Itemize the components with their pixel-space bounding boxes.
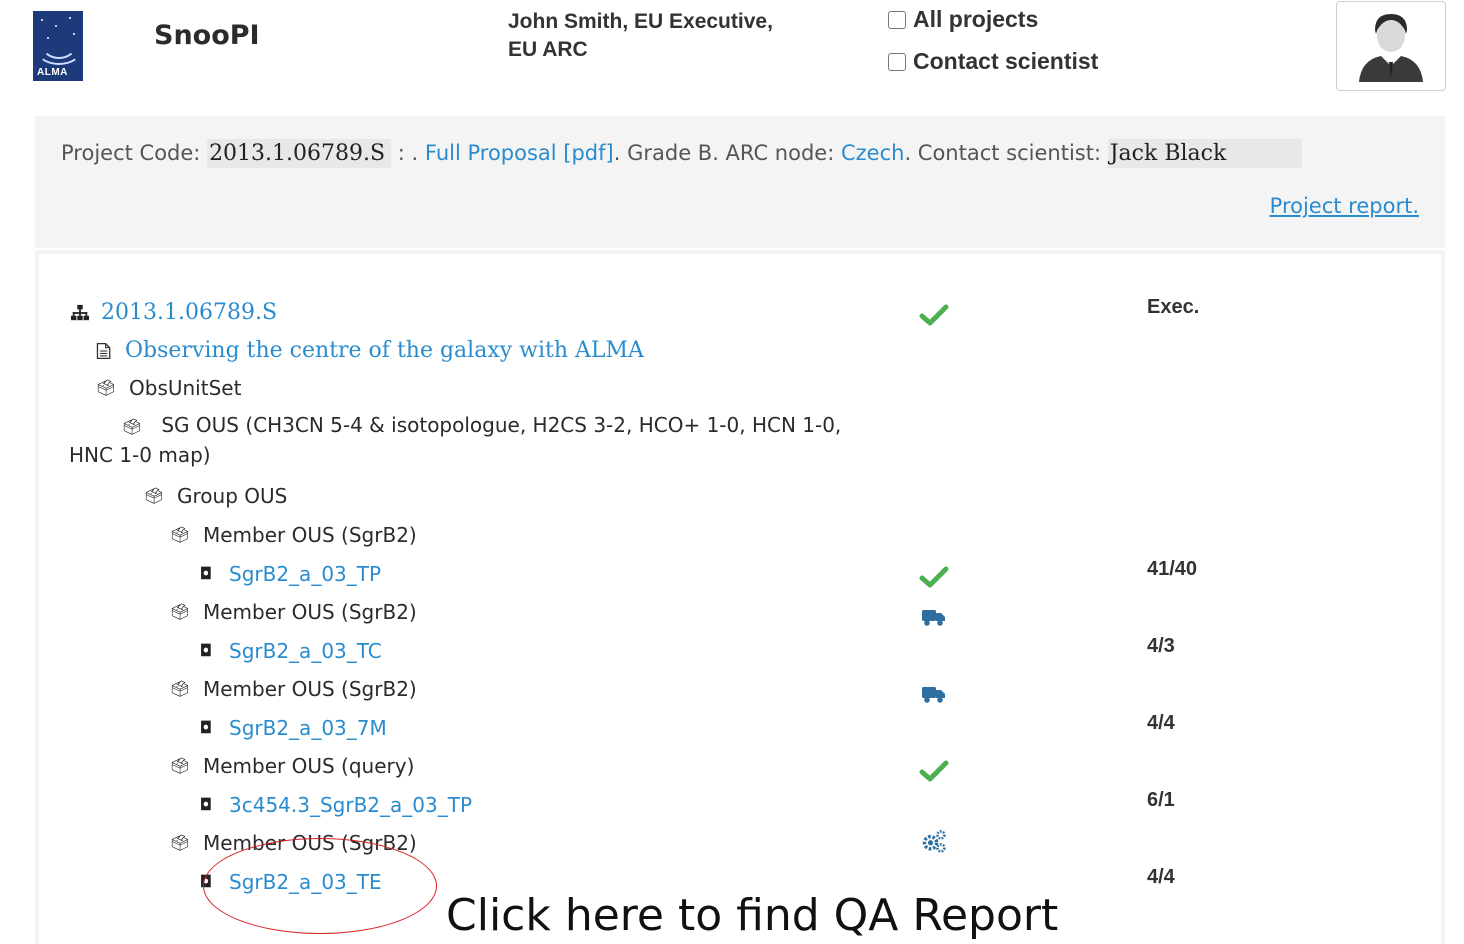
member-ous-node[interactable]: 🗳 Member OUS (SgrB2) <box>169 677 417 701</box>
cubes-icon: 🗳 <box>169 525 191 544</box>
scheduling-block-link[interactable]: ◘ SgrB2_a_03_TC <box>195 639 382 663</box>
cubes-icon: 🗳 <box>169 602 191 621</box>
contact-scientist-name: Jack Black <box>1107 139 1303 168</box>
cubes-icon: 🗳 <box>169 679 191 698</box>
cubes-icon: 🗳 <box>169 833 191 852</box>
scheduling-block-label[interactable]: SgrB2_a_03_TC <box>229 639 382 663</box>
member-ous-label: Member OUS (query) <box>203 754 415 778</box>
app-title: SnooPI <box>154 20 260 51</box>
scheduling-block-link[interactable]: ◘ 3c454.3_SgrB2_a_03_TP <box>195 793 472 817</box>
cubes-icon: 🗳 <box>143 486 165 505</box>
member-ous-node[interactable]: 🗳 Member OUS (query) <box>169 754 415 778</box>
cubes-icon: 🗳 <box>169 756 191 775</box>
execution-count: 41/40 <box>1147 558 1198 580</box>
separator: : . <box>391 141 419 165</box>
all-projects-checkbox-box[interactable] <box>888 10 906 29</box>
project-info-line: Project Code: 2013.1.06789.S : . Full Pr… <box>61 139 1303 168</box>
scheduling-block-label[interactable]: SgrB2_a_03_7M <box>229 716 387 740</box>
member-ous-node[interactable]: 🗳 Member OUS (SgrB2) <box>169 523 417 547</box>
contact-scientist-checkbox-box[interactable] <box>888 52 906 71</box>
user-avatar-icon <box>1359 14 1423 82</box>
proposal-title-label[interactable]: Observing the centre of the galaxy with … <box>125 338 644 363</box>
truck-icon <box>922 610 945 626</box>
proposal-title-link[interactable]: Observing the centre of the galaxy with … <box>95 338 644 363</box>
member-ous-label: Member OUS (SgrB2) <box>203 523 417 547</box>
document-icon <box>96 342 111 359</box>
contact-scientist-text: . Contact scientist: <box>904 141 1102 165</box>
cube-icon: ◘ <box>199 795 213 814</box>
group-ous-node[interactable]: 🗳 Group OUS <box>143 484 287 508</box>
project-code-value: 2013.1.06789.S <box>207 139 392 168</box>
member-ous-label: Member OUS (SgrB2) <box>203 677 417 701</box>
full-proposal-link[interactable]: Full Proposal [pdf] <box>425 141 614 165</box>
truck-icon <box>922 687 945 703</box>
contact-scientist-label: Contact scientist <box>913 48 1099 74</box>
user-info: John Smith, EU Executive, EU ARC <box>508 8 838 64</box>
highlight-ellipse <box>203 838 437 934</box>
user-name-role: John Smith, EU Executive, <box>508 10 773 33</box>
member-ous-node[interactable]: 🗳 Member OUS (SgrB2) <box>169 600 417 624</box>
scheduling-block-link[interactable]: ◘ SgrB2_a_03_7M <box>195 716 387 740</box>
user-arc: EU ARC <box>508 38 588 61</box>
logo-text: ALMA <box>37 67 68 78</box>
top-header: ALMA SnooPI John Smith, EU Executive, EU… <box>0 0 1464 96</box>
execution-count: 6/1 <box>1147 789 1175 811</box>
qa-report-callout: Click here to find QA Report <box>446 890 1059 941</box>
grade-text: . Grade B. ARC node: <box>613 141 835 165</box>
scheduling-block-label[interactable]: SgrB2_a_03_TP <box>229 562 381 586</box>
cube-icon: ◘ <box>199 564 213 583</box>
cubes-icon: 🗳 <box>95 378 117 397</box>
all-projects-checkbox[interactable]: All projects <box>888 6 1038 33</box>
tree-root[interactable]: 2013.1.06789.S <box>69 300 277 325</box>
group-ous-label: Group OUS <box>177 484 288 508</box>
cube-icon: ◘ <box>199 641 213 660</box>
execution-count: 4/4 <box>1147 866 1175 888</box>
project-info-panel: Project Code: 2013.1.06789.S : . Full Pr… <box>35 116 1445 248</box>
project-report-link[interactable]: Project report. <box>1270 194 1419 218</box>
check-icon <box>919 760 949 782</box>
project-code-label: Project Code: <box>61 141 201 165</box>
obs-unit-set-node[interactable]: 🗳 ObsUnitSet <box>95 376 242 400</box>
tree-root-label[interactable]: 2013.1.06789.S <box>101 300 277 325</box>
sitemap-icon <box>71 304 89 320</box>
execution-count: 4/4 <box>1147 712 1175 734</box>
arc-node-link[interactable]: Czech <box>841 141 904 165</box>
project-tree-panel: 2013.1.06789.S Exec. Observing the centr… <box>35 250 1445 944</box>
sg-ous-node[interactable]: 🗳 SG OUS (CH3CN 5-4 & isotopologue, H2CS… <box>69 410 879 470</box>
all-projects-label: All projects <box>913 6 1039 32</box>
root-status-text: Exec. <box>1147 296 1200 318</box>
cubes-icon: 🗳 <box>121 417 143 436</box>
user-avatar[interactable] <box>1336 1 1446 91</box>
cube-icon: ◘ <box>199 718 213 737</box>
obs-unit-set-label: ObsUnitSet <box>129 376 242 400</box>
gears-icon <box>922 830 946 853</box>
sg-ous-label: SG OUS (CH3CN 5-4 & isotopologue, H2CS 3… <box>69 413 842 467</box>
contact-scientist-checkbox[interactable]: Contact scientist <box>888 48 1098 75</box>
scheduling-block-label[interactable]: 3c454.3_SgrB2_a_03_TP <box>229 793 472 817</box>
member-ous-label: Member OUS (SgrB2) <box>203 600 417 624</box>
project-tree: 2013.1.06789.S Exec. Observing the centr… <box>39 254 1441 944</box>
alma-logo[interactable]: ALMA <box>33 11 83 81</box>
scheduling-block-link[interactable]: ◘ SgrB2_a_03_TP <box>195 562 381 586</box>
check-icon <box>919 304 949 326</box>
check-icon <box>919 566 949 588</box>
execution-count: 4/3 <box>1147 635 1175 657</box>
